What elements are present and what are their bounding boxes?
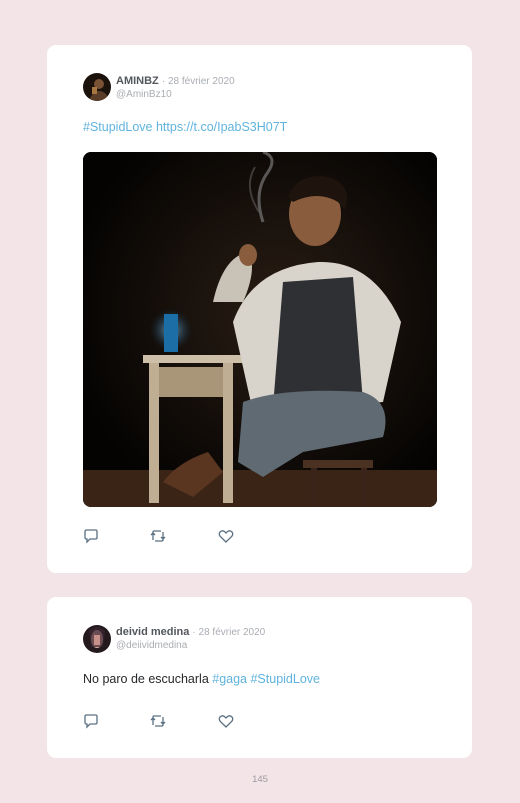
author-handle[interactable]: @AminBz10	[116, 88, 235, 101]
tweet-link[interactable]: #StupidLove https://t.co/IpabS3H07T	[83, 120, 287, 134]
tweet-hashtags[interactable]: #gaga #StupidLove	[212, 672, 320, 686]
tweet-card: deivid medina · 28 février 2020 @deiivid…	[47, 597, 472, 758]
author-name[interactable]: deivid medina	[116, 626, 189, 638]
tweet-date[interactable]: · 28 février 2020	[162, 76, 235, 87]
tweet-text-plain: No paro de escucharla	[83, 672, 213, 686]
tweet-date[interactable]: · 28 février 2020	[192, 627, 265, 638]
author-name[interactable]: AMINBZ	[116, 75, 159, 87]
avatar[interactable]	[83, 73, 111, 101]
tweet-text: #StupidLove https://t.co/IpabS3H07T	[83, 120, 287, 134]
tweet-text: No paro de escucharla #gaga #StupidLove	[83, 672, 320, 686]
like-icon[interactable]	[218, 528, 234, 544]
tweet-meta: deivid medina · 28 février 2020 @deiivid…	[116, 626, 265, 652]
avatar[interactable]	[83, 625, 111, 653]
retweet-icon[interactable]	[150, 713, 166, 729]
page-number: 145	[252, 774, 268, 785]
like-icon[interactable]	[218, 713, 234, 729]
tweet-photo[interactable]	[83, 152, 437, 507]
retweet-icon[interactable]	[150, 528, 166, 544]
tweet-meta: AMINBZ · 28 février 2020 @AminBz10	[116, 75, 235, 101]
reply-icon[interactable]	[83, 713, 99, 729]
author-handle[interactable]: @deiividmedina	[116, 639, 265, 652]
tweet-card: AMINBZ · 28 février 2020 @AminBz10 #Stup…	[47, 45, 472, 573]
reply-icon[interactable]	[83, 528, 99, 544]
